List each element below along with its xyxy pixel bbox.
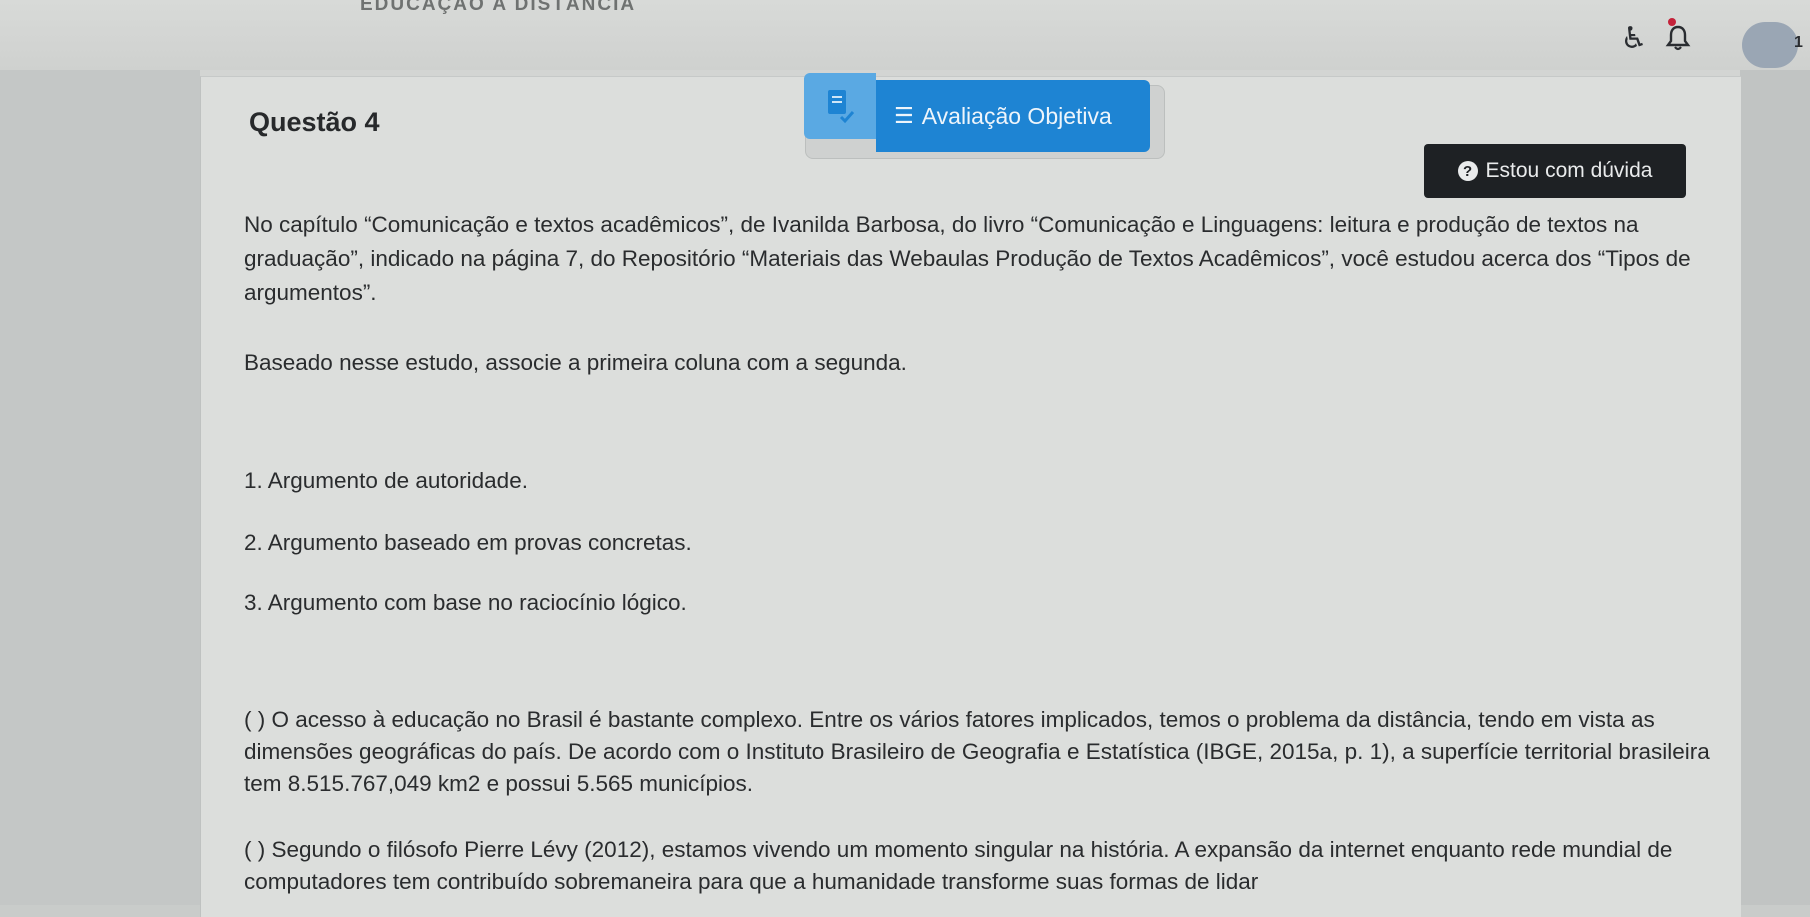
site-title: EDUCAÇÃO A DISTÂNCIA — [360, 0, 637, 15]
document-check-icon-svg — [828, 90, 855, 124]
column-one-item: 2. Argumento baseado em provas concretas… — [244, 530, 692, 555]
question-instruction: Baseado nesse estudo, associe a primeira… — [244, 350, 907, 375]
question-type-badge: ☰ Avaliação Objetiva — [876, 80, 1150, 152]
bell-icon[interactable] — [1662, 22, 1694, 54]
document-check-icon — [804, 73, 876, 139]
column-one-item: 3. Argumento com base no raciocínio lógi… — [244, 590, 687, 615]
question-type-label: Avaliação Objetiva — [921, 102, 1112, 129]
top-bar: EDUCAÇÃO A DISTÂNCIA — [0, 0, 1810, 71]
doubt-button[interactable]: ? Estou com dúvida — [1424, 144, 1686, 198]
question-title: Questão 4 — [249, 107, 380, 137]
right-margin — [1740, 70, 1810, 905]
column-one-item: 1. Argumento de autoridade. — [244, 468, 528, 493]
question-circle-icon: ? — [1457, 161, 1478, 181]
avatar-badge: 1 — [1794, 34, 1803, 51]
accessibility-icon[interactable]: ♿ — [1618, 22, 1650, 55]
list-icon: ☰ — [894, 103, 914, 128]
question-intro: No capítulo “Comunicação e textos acadêm… — [244, 212, 1691, 305]
avatar[interactable] — [1742, 22, 1798, 68]
statement-item: ( ) Segundo o filósofo Pierre Lévy (2012… — [244, 837, 1673, 894]
statement-item: ( ) O acesso à educação no Brasil é bast… — [244, 707, 1710, 796]
notification-dot — [1668, 18, 1676, 26]
left-margin — [0, 70, 200, 905]
bell-icon-svg — [1665, 25, 1691, 51]
doubt-button-label: Estou com dúvida — [1485, 159, 1653, 182]
